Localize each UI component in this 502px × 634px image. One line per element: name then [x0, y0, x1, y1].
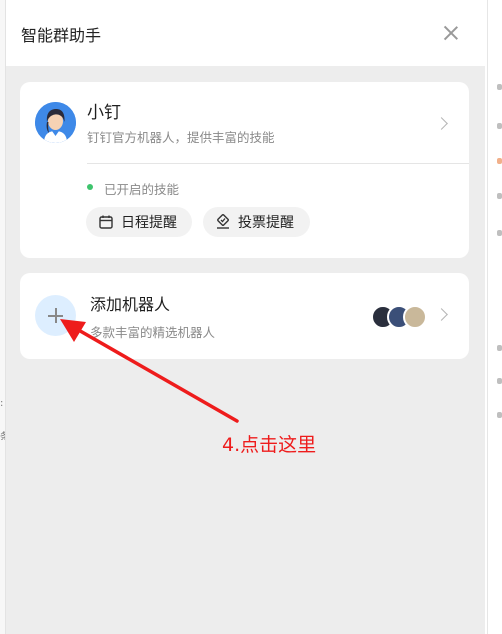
annotation-arrow [60, 319, 239, 423]
annotation-label: 4.点击这里 [222, 434, 317, 456]
